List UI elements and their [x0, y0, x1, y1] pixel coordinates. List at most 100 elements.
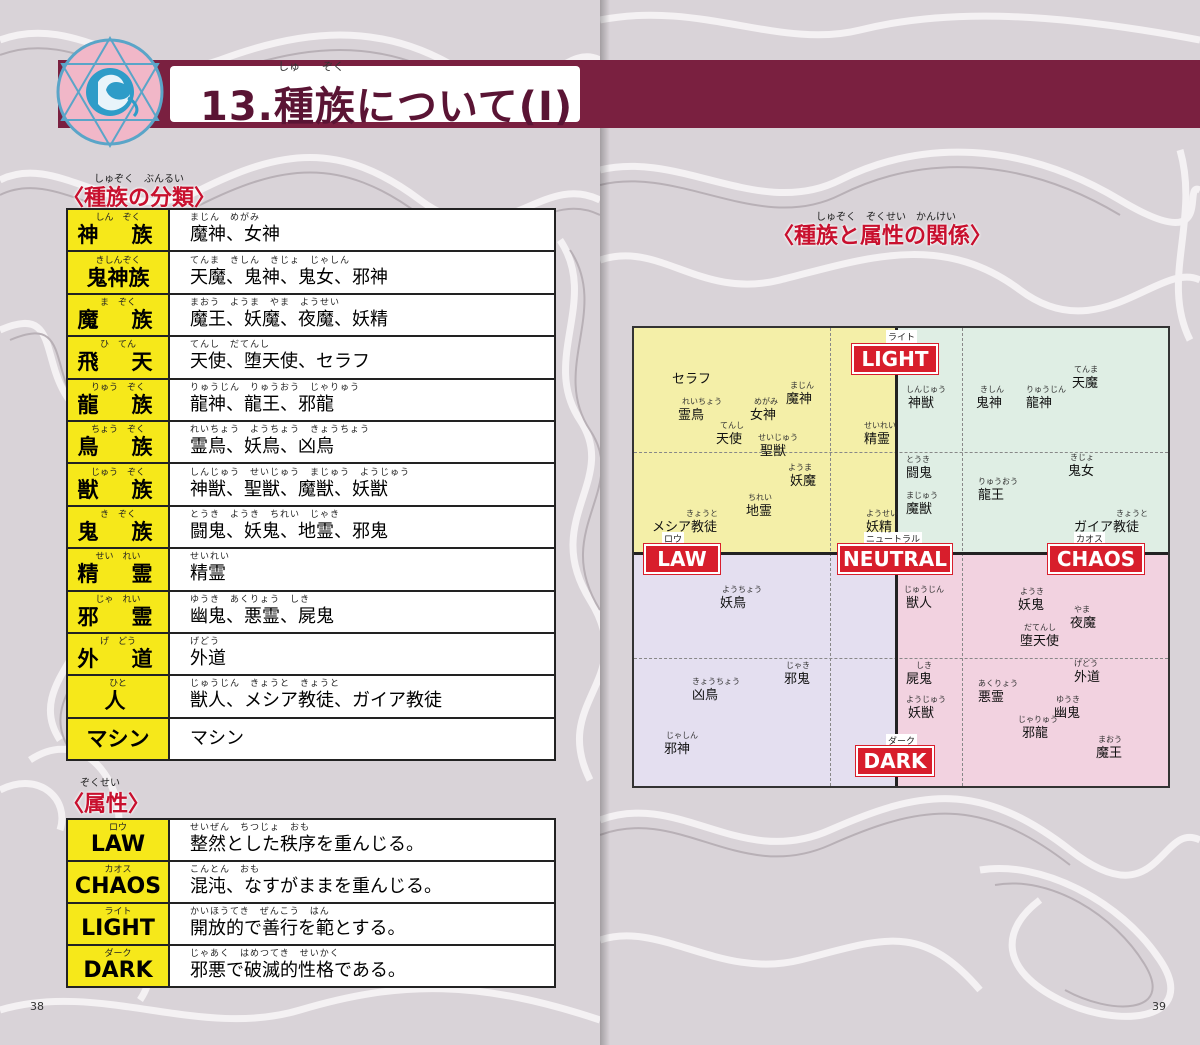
light-ruby: ライト [886, 330, 918, 343]
race-ruby: りゅう ぞく [90, 382, 145, 393]
members-ruby: とうき ようき ちれい じゃき [190, 509, 341, 520]
grid-line [962, 328, 963, 786]
entry: 魔獣 [906, 502, 933, 517]
entry: 妖獣 [908, 706, 935, 721]
entry: 魔神 [786, 392, 813, 407]
race-ruby: しん ぞく [95, 213, 141, 224]
members-ruby: まおう ようま やま ようせい [190, 297, 341, 308]
race-name: 神 族 [77, 223, 159, 248]
entry: 堕天使 [1020, 634, 1060, 649]
entry: 邪龍 [1022, 726, 1049, 741]
table-row: きしんぞく 鬼神族 てんま きしん きじょ じゃしん 天魔、鬼神、鬼女、邪神 [66, 250, 556, 295]
race-ruby: ひ てん [99, 340, 136, 351]
race-name: 魔 族 [77, 307, 159, 332]
chaos-label: CHAOS [1047, 543, 1145, 575]
race-name: 龍 族 [77, 392, 159, 417]
entry: 妖魔 [790, 474, 817, 489]
race-ruby: ま ぞく [99, 297, 136, 308]
entry: 女神 [750, 408, 777, 423]
table-row: き ぞく鬼 族 とうき ようき ちれい じゃき 闘鬼、妖鬼、地霊、邪鬼 [66, 504, 556, 550]
race-name: 人 [104, 689, 132, 714]
race-members: 天使、堕天使、セラフ [190, 351, 370, 373]
race-members: 魔神、女神 [190, 224, 280, 246]
entry: 獣人 [906, 596, 933, 611]
members-ruby: てんま きしん きじょ じゃしん [190, 255, 351, 266]
dark-label: DARK [855, 745, 935, 777]
race-ruby: ひと [109, 679, 127, 690]
table-row: じゅう ぞく獣 族 しんじゅう せいじゅう まじゅう ようじゅう 神獣、聖獣、魔獣、… [66, 462, 556, 507]
race-ruby: げ どう [99, 637, 136, 648]
entry: 精霊 [864, 432, 891, 447]
entry: 外道 [1074, 670, 1101, 685]
race-members: 精霊 [190, 563, 226, 585]
entry: ガイア教徒 [1074, 520, 1140, 535]
entry: 妖鳥 [720, 596, 747, 611]
entry: 鬼神 [976, 396, 1003, 411]
race-name: 外 道 [77, 647, 159, 672]
race-members: 闘鬼、妖鬼、地霊、邪鬼 [190, 520, 388, 542]
race-ruby: じゃ れい [95, 594, 141, 605]
header-band [600, 60, 1200, 128]
attr-name: DARK [83, 958, 153, 983]
table-row: せい れい精 霊 せいれい 精霊 [66, 547, 556, 592]
race-name: 邪 霊 [77, 604, 159, 629]
entry: メシア教徒 [652, 520, 718, 535]
members-ruby: りゅうじん りゅうおう じゃりゅう [190, 382, 361, 393]
table-row: マシン マシン [66, 716, 556, 762]
members-ruby: せいれい [190, 552, 231, 563]
race-name: 飛 天 [77, 350, 159, 375]
race-members: 龍神、龍王、邪龍 [190, 393, 334, 415]
desc-ruby: せいぜん ちつじょ おも [190, 823, 311, 833]
table-row: ひ てん飛 天 てんし だてんし 天使、堕天使、セラフ [66, 335, 556, 380]
race-members: 獣人、メシア教徒、ガイア教徒 [190, 690, 442, 712]
entry: セラフ [672, 372, 712, 387]
attr-name: LAW [90, 832, 146, 857]
table-row: ダーク DARK じゃあく はめつてき せいかく 邪悪で破滅的性格である。 [66, 944, 556, 988]
table-row: じゃ れい邪 霊 ゆうき あくりょう しき 幽鬼、悪霊、屍鬼 [66, 589, 556, 634]
entry: 悪霊 [978, 690, 1005, 705]
entry: 魔王 [1096, 746, 1123, 761]
page-number-right: 39 [1152, 1000, 1166, 1013]
entry: 天魔 [1072, 376, 1099, 391]
entry: 屍鬼 [906, 672, 933, 687]
book-spine [600, 0, 610, 1045]
race-name: 精 霊 [77, 562, 159, 587]
entry: 闘鬼 [906, 466, 933, 481]
race-name: 鳥 族 [77, 435, 159, 460]
members-ruby: しんじゅう せいじゅう まじゅう ようじゅう [190, 467, 411, 478]
race-members: 魔王、妖魔、夜魔、妖精 [190, 308, 388, 330]
grid-line [830, 328, 831, 786]
entry: 神獣 [908, 396, 935, 411]
neutral-label: NEUTRAL [837, 543, 953, 575]
attribute-table: ロウ LAW せいぜん ちつじょ おも 整然とした秩序を重んじる。 カオス CHAOS こ… [66, 818, 556, 988]
race-members: 天魔、鬼神、鬼女、邪神 [190, 266, 388, 288]
attr-desc: 整然とした秩序を重んじる。 [190, 834, 424, 855]
left-page: しゅ ぞく 13.種族について(I) しゅぞく ぶんるい 〈種族の分類〉 しん … [0, 0, 600, 1045]
light-label: LIGHT [851, 343, 939, 375]
entry: 妖精 [866, 520, 893, 535]
entry: 霊鳥 [678, 408, 705, 423]
attr-name: CHAOS [74, 874, 162, 899]
members-ruby: てんし だてんし [190, 340, 271, 351]
race-name: マシン [86, 727, 150, 752]
law-label: LAW [643, 543, 721, 575]
race-ruby: じゅう ぞく [90, 467, 145, 478]
page-title: 13.種族について(I) [200, 84, 574, 130]
race-ruby: ちょう ぞく [90, 425, 145, 436]
entry: 龍神 [1026, 396, 1053, 411]
entry: 邪鬼 [784, 672, 811, 687]
members-ruby: れいちょう ようちょう きょうちょう [190, 425, 371, 436]
desc-ruby: こんとん おも [190, 865, 261, 875]
race-members: 霊鳥、妖鳥、凶鳥 [190, 436, 334, 458]
attr-desc: 邪悪で破滅的性格である。 [190, 960, 406, 981]
desc-ruby: じゃあく はめつてき せいかく [190, 949, 340, 959]
entry: 鬼女 [1068, 464, 1095, 479]
race-members: 神獣、聖獣、魔獣、妖獣 [190, 478, 388, 500]
race-name: 獣 族 [77, 477, 159, 502]
race-table: しん ぞく神 族 まじん めがみ 魔神、女神 きしんぞく 鬼神族 てんま きしん きじょ… [66, 207, 556, 762]
relation-heading: 〈種族と属性の関係〉 [772, 224, 993, 249]
table-row: カオス CHAOS こんとん おも 混沌、なすがままを重んじる。 [66, 860, 556, 904]
entry: 凶鳥 [692, 688, 719, 703]
page-number-left: 38 [30, 1000, 44, 1013]
members-ruby: まじん めがみ [190, 213, 261, 224]
